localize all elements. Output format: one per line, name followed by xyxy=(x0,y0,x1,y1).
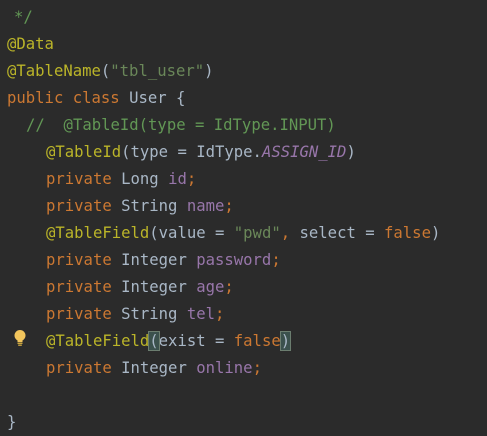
code-token: ) xyxy=(430,224,441,242)
code-token: online xyxy=(196,359,253,377)
code-line[interactable]: private Long id; xyxy=(46,166,196,193)
code-token: private xyxy=(46,305,122,323)
code-line[interactable]: @TableId(type = IdType.ASSIGN_ID) xyxy=(46,139,356,166)
code-token: ; xyxy=(224,197,234,215)
code-token: User { xyxy=(129,89,186,107)
code-token: class xyxy=(72,89,130,107)
code-line[interactable]: @TableField(value = "pwd", select = fals… xyxy=(46,220,440,247)
code-token: private xyxy=(46,251,122,269)
code-token: ; xyxy=(252,359,262,377)
code-token: (type = IdType. xyxy=(121,143,262,161)
code-line[interactable]: private Integer age; xyxy=(46,274,234,301)
code-token: String xyxy=(121,305,187,323)
code-line[interactable]: // @TableId(type = IdType.INPUT) xyxy=(26,112,336,139)
code-token: exist = xyxy=(158,332,234,350)
code-line[interactable]: @TableField(exist = false) xyxy=(46,328,292,355)
code-line[interactable]: @Data xyxy=(7,31,54,58)
code-token: "pwd" xyxy=(233,224,281,242)
code-token: ; xyxy=(271,251,281,269)
code-token: ) xyxy=(346,143,356,161)
code-token: name xyxy=(186,197,225,215)
code-line[interactable]: @TableName("tbl_user") xyxy=(7,58,214,85)
code-token: private xyxy=(46,359,122,377)
code-token: , xyxy=(280,224,300,242)
code-token: password xyxy=(196,251,272,269)
code-token: String xyxy=(121,197,187,215)
code-token: ( xyxy=(100,62,111,80)
code-token: @TableId xyxy=(46,143,122,161)
code-token: tel xyxy=(186,305,215,323)
code-token: // @TableId(type = IdType.INPUT) xyxy=(26,116,336,134)
code-token: id xyxy=(168,170,187,188)
code-token: @Data xyxy=(7,35,54,53)
code-line[interactable]: */ xyxy=(14,4,33,31)
code-token: ; xyxy=(186,170,197,188)
code-token: private xyxy=(46,170,122,188)
code-token: private xyxy=(46,197,122,215)
code-token: ) xyxy=(204,62,214,80)
code-line[interactable]: private Integer online; xyxy=(46,355,262,382)
code-token: select = xyxy=(299,224,385,242)
code-token: Integer xyxy=(121,278,197,296)
code-token: public xyxy=(7,89,73,107)
code-line[interactable]: private String tel; xyxy=(46,301,224,328)
code-token: Integer xyxy=(121,359,197,377)
code-token: */ xyxy=(14,8,33,26)
code-token: ASSIGN_ID xyxy=(261,143,347,161)
code-token: @TableName xyxy=(7,62,101,80)
code-token: private xyxy=(46,278,122,296)
code-token: @TableField xyxy=(46,332,150,350)
code-editor[interactable]: */@Data @TableName("tbl_user") public clas… xyxy=(0,0,487,431)
code-line[interactable]: } xyxy=(7,409,16,436)
code-token: age xyxy=(196,278,225,296)
code-token: } xyxy=(7,413,17,431)
code-line[interactable]: public class User { xyxy=(7,85,185,112)
lightbulb-icon[interactable] xyxy=(13,329,27,347)
code-token: Long xyxy=(121,170,169,188)
code-line[interactable]: private Integer password; xyxy=(46,247,281,274)
code-token: ) xyxy=(279,331,292,351)
code-token: ; xyxy=(215,305,225,323)
code-token: false xyxy=(384,224,431,242)
code-token: (value = xyxy=(149,224,234,242)
code-token: ; xyxy=(224,278,234,296)
code-token: ( xyxy=(148,331,160,351)
code-token: @TableField xyxy=(46,224,150,242)
code-line[interactable]: private String name; xyxy=(46,193,234,220)
code-token: false xyxy=(233,332,281,350)
code-token: Integer xyxy=(121,251,197,269)
code-token: "tbl_user" xyxy=(110,62,205,80)
